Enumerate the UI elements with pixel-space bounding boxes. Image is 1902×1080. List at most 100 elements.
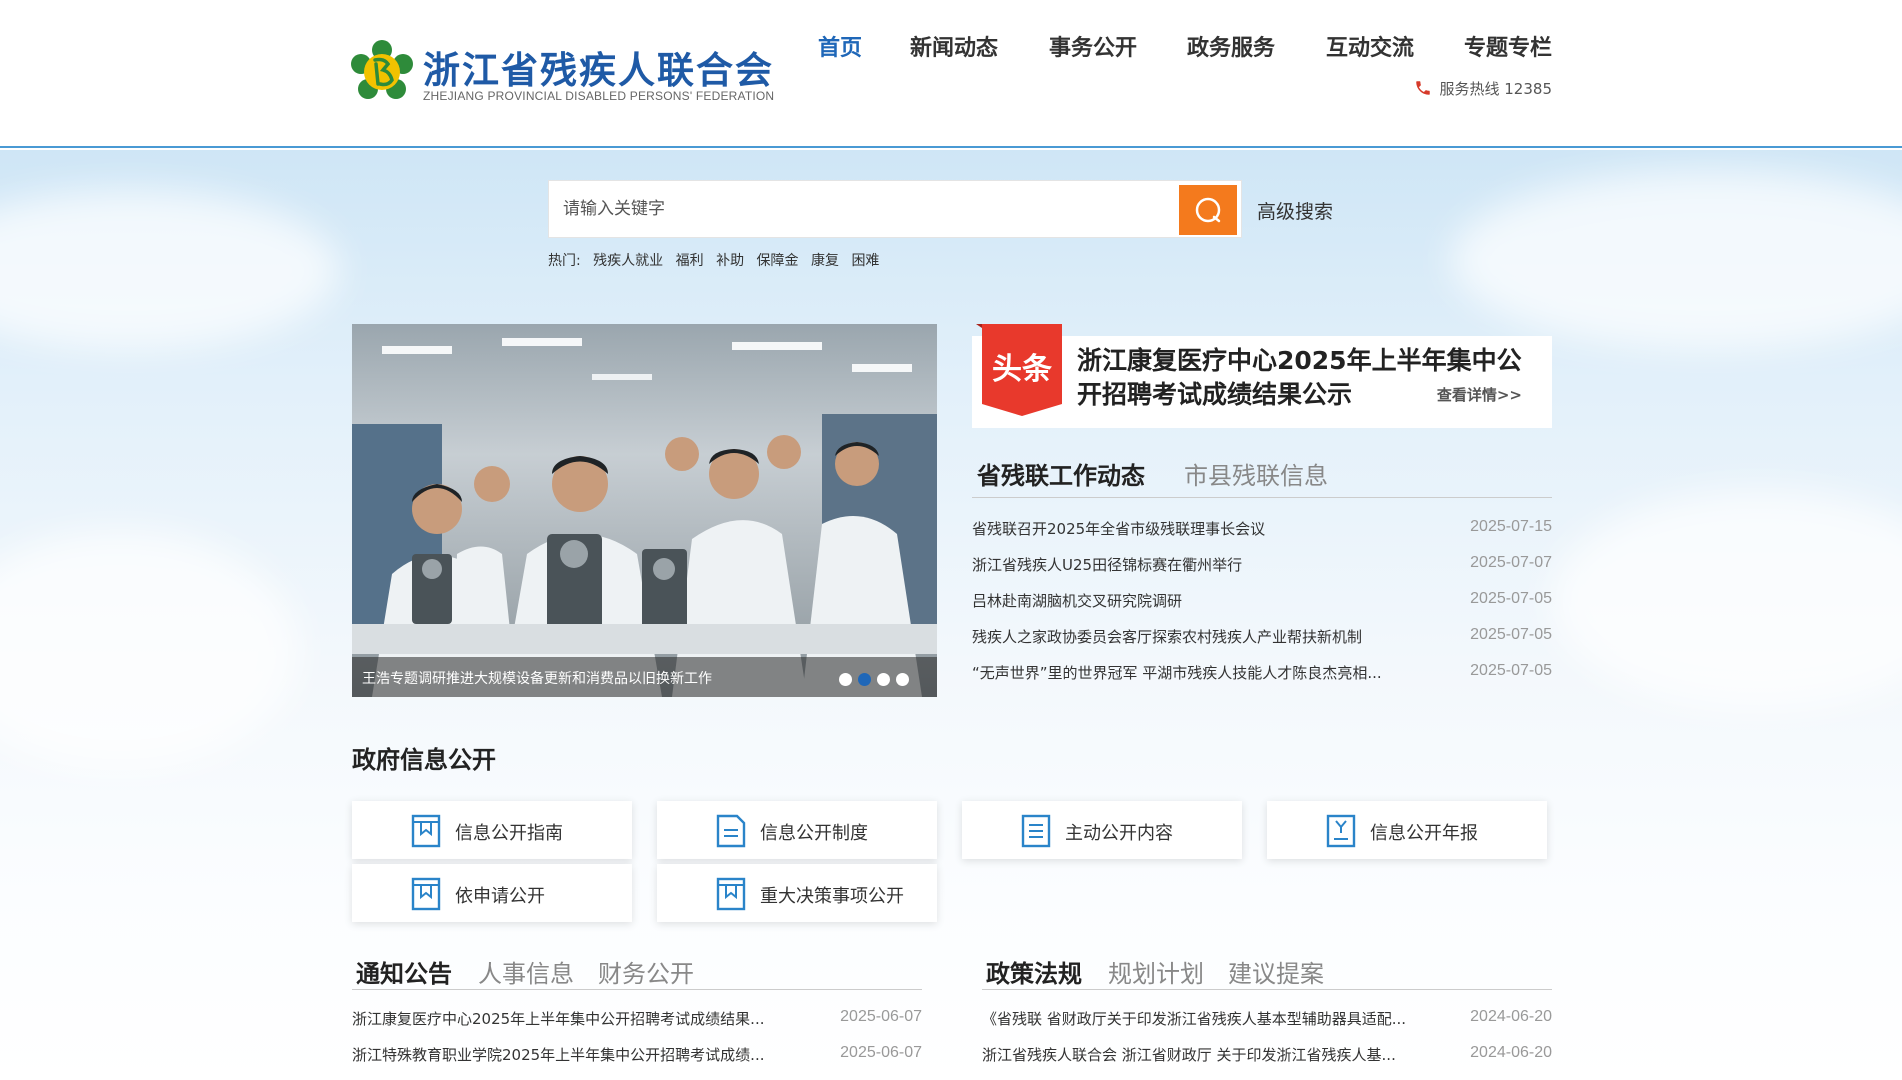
headline-badge-text: 头条: [992, 352, 1052, 387]
nav-home[interactable]: 首页: [818, 30, 862, 62]
card-disclosure-system[interactable]: 信息公开制度: [657, 801, 937, 859]
news-title[interactable]: 残疾人之家政协委员会客厅探索农村残疾人产业帮扶新机制: [972, 626, 1362, 647]
tab-provincial-news[interactable]: 省残联工作动态: [977, 456, 1145, 491]
carousel-dot[interactable]: [896, 673, 909, 686]
advanced-search-link[interactable]: 高级搜索: [1257, 197, 1333, 224]
headline-banner[interactable]: 头条 浙江康复医疗中心2025年上半年集中公开招聘考试成绩结果公示 查看详情>>: [972, 324, 1552, 428]
policy-title[interactable]: 《省残联 省财政厅关于印发浙江省残疾人基本型辅助器具适配...: [982, 1008, 1406, 1029]
search-button[interactable]: [1179, 185, 1237, 235]
news-tabs: 省残联工作动态 市县残联信息: [972, 452, 1552, 498]
news-title[interactable]: 浙江省残疾人U25田径锦标赛在衢州举行: [972, 554, 1242, 575]
search-icon: [1195, 197, 1221, 223]
news-title[interactable]: “无声世界”里的世界冠军 平湖市残疾人技能人才陈良杰亮相...: [972, 662, 1382, 683]
cloud-decoration: [0, 190, 340, 350]
carousel-caption[interactable]: 王浩专题调研推进大规模设备更新和消费品以旧换新工作: [362, 668, 712, 688]
federation-emblem-icon[interactable]: [350, 40, 414, 104]
nav-interaction[interactable]: 互动交流: [1326, 30, 1414, 62]
request-book-icon: [411, 877, 441, 911]
card-active-disclosure[interactable]: 主动公开内容: [962, 801, 1242, 859]
nav-news[interactable]: 新闻动态: [910, 30, 998, 62]
card-label: 主动公开内容: [1065, 823, 1173, 844]
news-date: 2025-07-05: [1470, 626, 1552, 643]
nav-topics[interactable]: 专题专栏: [1464, 30, 1552, 62]
news-date: 2025-07-07: [1470, 554, 1552, 571]
search-box: [548, 180, 1242, 238]
cloud-decoration: [1450, 170, 1902, 350]
site-title-en: ZHEJIANG PROVINCIAL DISABLED PERSONS' FE…: [423, 89, 775, 103]
annual-report-icon: [1326, 814, 1356, 848]
tab-notices[interactable]: 通知公告: [356, 954, 452, 989]
policy-date: 2024-06-20: [1470, 1008, 1552, 1025]
news-carousel[interactable]: 王浩专题调研推进大规模设备更新和消费品以旧换新工作: [352, 324, 937, 697]
news-title[interactable]: 吕林赴南湖脑机交叉研究院调研: [972, 590, 1182, 611]
cloud-decoration: [1550, 490, 1902, 710]
list-item[interactable]: 省残联召开2025年全省市级残联理事长会议 2025-07-15: [972, 512, 1552, 548]
document-icon: [716, 814, 746, 848]
hot-search-tags: 热门: 残疾人就业 福利 补助 保障金 康复 困难: [548, 250, 887, 270]
tab-city-news[interactable]: 市县残联信息: [1184, 456, 1328, 491]
notice-title[interactable]: 浙江特殊教育职业学院2025年上半年集中公开招聘考试成绩...: [352, 1044, 764, 1065]
notice-tabs: 通知公告 人事信息 财务公开: [352, 950, 922, 990]
list-item[interactable]: 吕林赴南湖脑机交叉研究院调研 2025-07-05: [972, 584, 1552, 620]
news-date: 2025-07-05: [1470, 662, 1552, 679]
nav-affairs[interactable]: 事务公开: [1049, 30, 1137, 62]
hot-tag[interactable]: 保障金: [757, 253, 799, 269]
carousel-dot[interactable]: [839, 673, 852, 686]
card-label: 信息公开年报: [1370, 823, 1478, 844]
card-label: 依申请公开: [455, 886, 545, 907]
tab-finance[interactable]: 财务公开: [598, 954, 694, 989]
guide-book-icon: [411, 814, 441, 848]
nav-services[interactable]: 政务服务: [1187, 30, 1275, 62]
tab-plans[interactable]: 规划计划: [1108, 954, 1204, 989]
search-input[interactable]: [549, 181, 1181, 237]
hot-tag[interactable]: 福利: [676, 253, 704, 269]
news-date: 2025-07-15: [1470, 518, 1552, 535]
card-label: 信息公开制度: [760, 823, 868, 844]
list-item[interactable]: 残疾人之家政协委员会客厅探索农村残疾人产业帮扶新机制 2025-07-05: [972, 620, 1552, 656]
gov-info-title: 政府信息公开: [352, 746, 496, 774]
list-item[interactable]: 浙江省残疾人U25田径锦标赛在衢州举行 2025-07-07: [972, 548, 1552, 584]
notice-title[interactable]: 浙江康复医疗中心2025年上半年集中公开招聘考试成绩结果...: [352, 1008, 764, 1029]
list-item[interactable]: “无声世界”里的世界冠军 平湖市残疾人技能人才陈良杰亮相... 2025-07-…: [972, 656, 1552, 692]
carousel-caption-bar: 王浩专题调研推进大规模设备更新和消费品以旧换新工作: [352, 657, 937, 697]
hot-tag[interactable]: 困难: [851, 253, 879, 269]
hot-tag[interactable]: 康复: [811, 253, 839, 269]
list-document-icon: [1021, 814, 1051, 848]
list-item[interactable]: 《省残联 省财政厅关于印发浙江省残疾人基本型辅助器具适配... 2024-06-…: [982, 1002, 1552, 1038]
tab-policies[interactable]: 政策法规: [986, 954, 1082, 989]
notice-date: 2025-06-07: [840, 1008, 922, 1025]
news-title[interactable]: 省残联召开2025年全省市级残联理事长会议: [972, 518, 1265, 539]
list-item[interactable]: 浙江康复医疗中心2025年上半年集中公开招聘考试成绩结果... 2025-06-…: [352, 1002, 922, 1038]
page-background: [0, 150, 1902, 1080]
headline-more-link[interactable]: 查看详情>>: [1437, 384, 1522, 405]
site-header: 浙江省残疾人联合会 ZHEJIANG PROVINCIAL DISABLED P…: [0, 0, 1902, 148]
list-item[interactable]: 浙江省残疾人联合会 浙江省财政厅 关于印发浙江省残疾人基... 2024-06-…: [982, 1038, 1552, 1074]
carousel-photo[interactable]: [352, 324, 937, 697]
policy-tabs: 政策法规 规划计划 建议提案: [982, 950, 1552, 990]
card-annual-report[interactable]: 信息公开年报: [1267, 801, 1547, 859]
card-label: 重大决策事项公开: [760, 886, 904, 907]
notice-list: 浙江康复医疗中心2025年上半年集中公开招聘考试成绩结果... 2025-06-…: [352, 1002, 922, 1074]
site-title[interactable]: 浙江省残疾人联合会: [423, 40, 774, 94]
hotline-text: 服务热线 12385: [1439, 80, 1553, 98]
card-major-decisions[interactable]: 重大决策事项公开: [657, 864, 937, 922]
cloud-decoration: [0, 530, 300, 770]
phone-icon: [1415, 81, 1430, 95]
service-hotline: 服务热线 12385: [1414, 78, 1553, 99]
tab-proposals[interactable]: 建议提案: [1228, 954, 1324, 989]
hot-label: 热门:: [548, 253, 581, 269]
notice-date: 2025-06-07: [840, 1044, 922, 1061]
hot-tag[interactable]: 残疾人就业: [593, 253, 663, 269]
carousel-dot[interactable]: [877, 673, 890, 686]
card-disclosure-guide[interactable]: 信息公开指南: [352, 801, 632, 859]
policy-title[interactable]: 浙江省残疾人联合会 浙江省财政厅 关于印发浙江省残疾人基...: [982, 1044, 1396, 1065]
tab-personnel[interactable]: 人事信息: [478, 954, 574, 989]
policy-date: 2024-06-20: [1470, 1044, 1552, 1061]
news-list: 省残联召开2025年全省市级残联理事长会议 2025-07-15 浙江省残疾人U…: [972, 512, 1552, 692]
card-request-disclosure[interactable]: 依申请公开: [352, 864, 632, 922]
hot-tag[interactable]: 补助: [716, 253, 744, 269]
carousel-dot-active[interactable]: [858, 673, 871, 686]
policy-list: 《省残联 省财政厅关于印发浙江省残疾人基本型辅助器具适配... 2024-06-…: [982, 1002, 1552, 1074]
list-item[interactable]: 浙江特殊教育职业学院2025年上半年集中公开招聘考试成绩... 2025-06-…: [352, 1038, 922, 1074]
card-label: 信息公开指南: [455, 823, 563, 844]
